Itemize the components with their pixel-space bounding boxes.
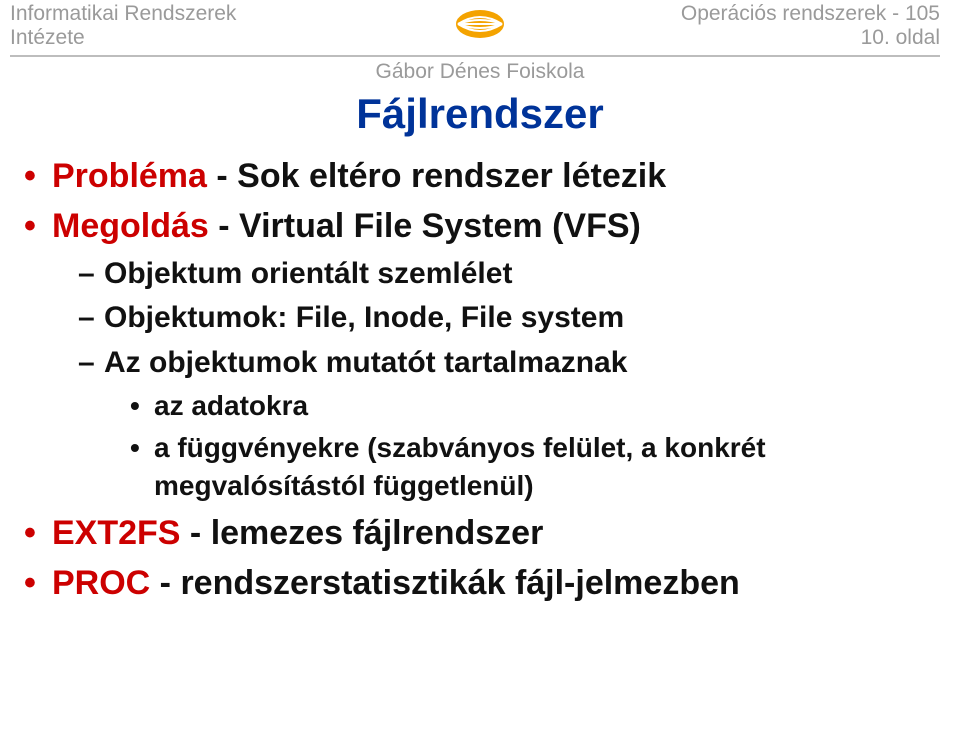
list-item-rest: - lemezes fájlrendszer: [180, 514, 543, 552]
list-item-lead: EXT2FS: [52, 514, 180, 552]
list-item-rest: - rendszerstatisztikák fájl-jelmezben: [150, 564, 740, 602]
list-item: PROC - rendszerstatisztikák fájl-jelmezb…: [24, 561, 940, 607]
slide-body: Fájlrendszer Probléma - Sok eltéro rends…: [20, 90, 940, 610]
list-item: Objektum orientált szemlélet: [78, 254, 940, 295]
list-item-text: Objektumok: File, Inode, File system: [104, 301, 624, 334]
list-item-rest: - Sok eltéro rendszer létezik: [207, 157, 666, 195]
list-item-lead: Probléma: [52, 157, 207, 195]
list-item-rest: - Virtual File System (VFS): [209, 207, 641, 245]
header-left: Informatikai Rendszerek Intézete: [10, 2, 236, 50]
list-item-text: az adatokra: [154, 390, 308, 421]
list-item-lead: PROC: [52, 564, 150, 602]
bullet-list-level2: Objektum orientált szemlélet Objektumok:…: [52, 254, 940, 505]
school-logo-icon: [453, 4, 507, 44]
list-item: Objektumok: File, Inode, File system: [78, 298, 940, 339]
list-item-text: Az objektumok mutatót tartalmaznak: [104, 346, 627, 379]
header-school-name: Gábor Dénes Foiskola: [0, 60, 960, 84]
list-item: Az objektumok mutatót tartalmaznak az ad…: [78, 343, 940, 505]
list-item: Megoldás - Virtual File System (VFS) Obj…: [24, 204, 940, 505]
list-item: az adatokra: [130, 387, 940, 425]
list-item-lead: Megoldás: [52, 207, 209, 245]
header-right: Operációs rendszerek - 105 10. oldal: [681, 2, 940, 50]
header-institute-line2: Intézete: [10, 26, 236, 50]
header-institute-line1: Informatikai Rendszerek: [10, 2, 236, 26]
header-page-number: 10. oldal: [681, 26, 940, 50]
list-item: Probléma - Sok eltéro rendszer létezik: [24, 154, 940, 200]
list-item-text: a függvényekre (szabványos felület, a ko…: [154, 432, 766, 501]
slide-page: Informatikai Rendszerek Intézete Operáci…: [0, 0, 960, 736]
header-course-line1: Operációs rendszerek - 105: [681, 2, 940, 26]
bullet-list-level3: az adatokra a függvényekre (szabványos f…: [104, 387, 940, 504]
list-item: EXT2FS - lemezes fájlrendszer: [24, 511, 940, 557]
header-divider: [10, 55, 940, 57]
list-item-text: Objektum orientált szemlélet: [104, 257, 512, 290]
bullet-list-level1: Probléma - Sok eltéro rendszer létezik M…: [20, 154, 940, 606]
list-item: a függvényekre (szabványos felület, a ko…: [130, 429, 940, 505]
slide-title: Fájlrendszer: [20, 90, 940, 138]
slide-header: Informatikai Rendszerek Intézete Operáci…: [0, 0, 960, 56]
